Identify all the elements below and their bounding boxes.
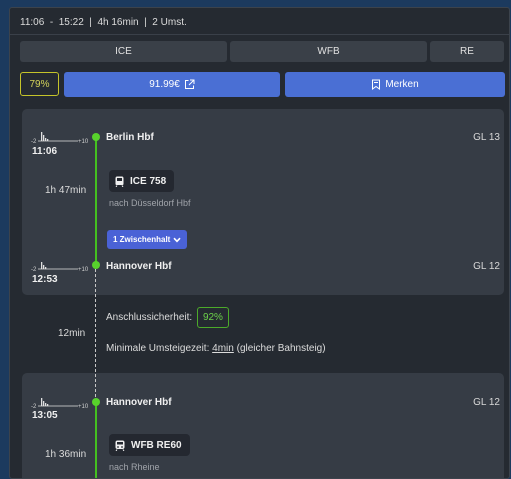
station-name[interactable]: Berlin Hbf	[106, 132, 154, 143]
connection-safety-label: Anschlussicherheit:	[106, 312, 193, 323]
train-number: WFB RE60	[131, 439, 182, 451]
train-segment-wfb[interactable]: WFB	[230, 41, 427, 62]
leg-duration: 1h 36min	[45, 449, 87, 460]
price-label: 91.99€	[149, 79, 180, 90]
station-name[interactable]: Hannover Hbf	[106, 397, 172, 408]
transfer-walk-line	[95, 269, 96, 402]
min-transfer-time: Minimale Umsteigezeit: 4min (gleicher Ba…	[106, 343, 326, 354]
train-number: ICE 758	[130, 175, 167, 187]
departure-time: 13:05	[32, 410, 58, 421]
intermediate-stops-button[interactable]: 1 Zwischenhalt	[107, 230, 188, 249]
min-transfer-label: Minimale Umsteigezeit:	[106, 343, 210, 354]
transfer-duration: 12min	[58, 328, 86, 339]
chevron-down-icon	[173, 237, 181, 242]
platform-label: GL 13	[473, 132, 500, 143]
delay-max-label: +10	[78, 139, 89, 145]
departure-dot	[92, 398, 100, 406]
price-button[interactable]: 91.99€	[64, 72, 280, 97]
platform-label: GL 12	[473, 397, 500, 408]
reliability-badge: 79%	[20, 72, 59, 96]
route-line-leg1	[95, 137, 97, 265]
train-segment-re[interactable]: RE	[430, 41, 504, 62]
delay-min-label: -2	[31, 139, 37, 145]
ice-train-icon	[115, 176, 124, 187]
regional-train-icon	[115, 440, 125, 451]
intermediate-stops-label: 1 Zwischenhalt	[113, 235, 171, 244]
arrival-dot	[92, 261, 100, 269]
connection-panel: 11:06 - 15:22 | 4h 16min | 2 Umst. ICE W…	[9, 7, 510, 479]
train-chip[interactable]: ICE 758	[109, 170, 175, 192]
station-name[interactable]: Hannover Hbf	[106, 261, 172, 272]
platform-label: GL 12	[473, 261, 500, 272]
connection-safety: Anschlussicherheit: 92%	[106, 307, 229, 328]
delay-max-label: +10	[78, 267, 89, 273]
min-transfer-value[interactable]: 4min	[212, 343, 234, 354]
train-destination: nach Düsseldorf Hbf	[109, 198, 191, 208]
bookmark-icon	[372, 79, 381, 90]
divider	[10, 34, 509, 35]
arrival-time: 12:53	[32, 274, 58, 285]
min-transfer-note: (gleicher Bahnsteig)	[236, 343, 326, 354]
delay-max-label: +10	[78, 404, 89, 410]
leg-duration: 1h 47min	[45, 185, 87, 196]
connection-safety-badge: 92%	[196, 307, 229, 328]
bookmark-label: Merken	[385, 79, 419, 90]
external-link-icon	[184, 79, 195, 89]
route-line-leg2	[95, 402, 97, 478]
delay-min-label: -2	[31, 267, 37, 273]
train-destination: nach Rheine	[109, 462, 160, 472]
train-segment-ice[interactable]: ICE	[20, 41, 227, 62]
train-chip[interactable]: WFB RE60	[109, 434, 190, 456]
connection-summary: 11:06 - 15:22 | 4h 16min | 2 Umst.	[20, 17, 187, 28]
departure-time: 11:06	[32, 146, 58, 157]
bookmark-button[interactable]: Merken	[285, 72, 505, 97]
departure-dot	[92, 133, 100, 141]
